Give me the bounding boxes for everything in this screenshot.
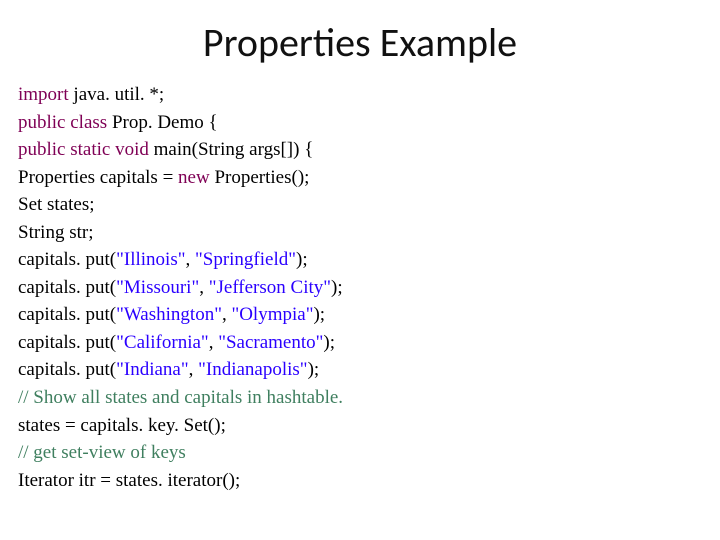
code-token: , (186, 249, 196, 270)
code-token: ); (296, 249, 308, 270)
code-token: ); (308, 359, 320, 380)
code-token: public class (18, 112, 112, 133)
code-token: "Illinois" (116, 249, 185, 270)
code-token: ); (323, 332, 335, 353)
code-token: // get set-view of keys (18, 442, 186, 463)
code-block: import java. util. *; public class Prop.… (18, 81, 702, 494)
code-token: "Missouri" (116, 277, 199, 298)
code-token: "Springfield" (195, 249, 296, 270)
code-token: capitals. put( (18, 277, 116, 298)
code-token: args[]) { (249, 139, 313, 160)
code-token: , (209, 332, 219, 353)
code-token: states = capitals. key. Set(); (18, 415, 226, 436)
code-token: String (18, 222, 69, 243)
code-token: Iterator (18, 470, 79, 491)
code-line-4: Properties capitals = new Properties(); (18, 164, 702, 192)
code-token: states; (47, 194, 95, 215)
code-token: public static void (18, 139, 154, 160)
code-token: "Jefferson City" (209, 277, 331, 298)
code-token: capitals. put( (18, 359, 116, 380)
code-token: capitals = (100, 167, 178, 188)
code-token: // Show all states and capitals in hasht… (18, 387, 343, 408)
code-token: { (209, 112, 218, 133)
code-line-1: import java. util. *; (18, 81, 702, 109)
code-token: java. util. *; (73, 84, 164, 105)
code-token: , (199, 277, 209, 298)
code-line-14: // get set-view of keys (18, 439, 702, 467)
code-token: "California" (116, 332, 209, 353)
code-token: Prop. Demo (112, 112, 209, 133)
code-line-5: Set states; (18, 191, 702, 219)
code-token: "Indianapolis" (198, 359, 307, 380)
code-line-15: Iterator itr = states. iterator(); (18, 467, 702, 495)
code-token: "Indiana" (116, 359, 188, 380)
code-token: "Washington" (116, 304, 222, 325)
code-token: capitals. put( (18, 332, 116, 353)
code-token: capitals. put( (18, 249, 116, 270)
slide: Properties Example import java. util. *;… (0, 0, 720, 540)
code-token: itr = states. iterator(); (79, 470, 241, 491)
code-line-11: capitals. put("Indiana", "Indianapolis")… (18, 356, 702, 384)
code-token: "Olympia" (231, 304, 313, 325)
code-line-10: capitals. put("California", "Sacramento"… (18, 329, 702, 357)
code-token: ); (313, 304, 325, 325)
code-line-2: public class Prop. Demo { (18, 109, 702, 137)
slide-title: Properties Example (18, 18, 702, 67)
code-token: Properties (18, 167, 100, 188)
code-line-3: public static void main(String args[]) { (18, 136, 702, 164)
code-token: Properties(); (214, 167, 309, 188)
code-token: , (189, 359, 199, 380)
code-line-7: capitals. put("Illinois", "Springfield")… (18, 246, 702, 274)
code-token: "Sacramento" (218, 332, 323, 353)
code-token: main(String (154, 139, 250, 160)
code-line-13: states = capitals. key. Set(); (18, 412, 702, 440)
code-token: capitals. put( (18, 304, 116, 325)
code-token: str; (69, 222, 93, 243)
code-line-12: // Show all states and capitals in hasht… (18, 384, 702, 412)
code-line-9: capitals. put("Washington", "Olympia"); (18, 301, 702, 329)
code-line-6: String str; (18, 219, 702, 247)
code-token: new (178, 167, 214, 188)
code-token: import (18, 84, 73, 105)
code-token: Set (18, 194, 47, 215)
code-token: ); (331, 277, 343, 298)
code-line-8: capitals. put("Missouri", "Jefferson Cit… (18, 274, 702, 302)
